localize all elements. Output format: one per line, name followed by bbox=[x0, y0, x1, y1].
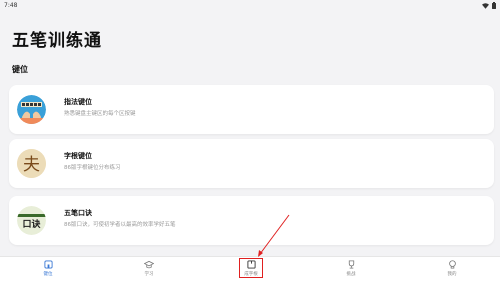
annotation-arrow bbox=[258, 214, 290, 257]
